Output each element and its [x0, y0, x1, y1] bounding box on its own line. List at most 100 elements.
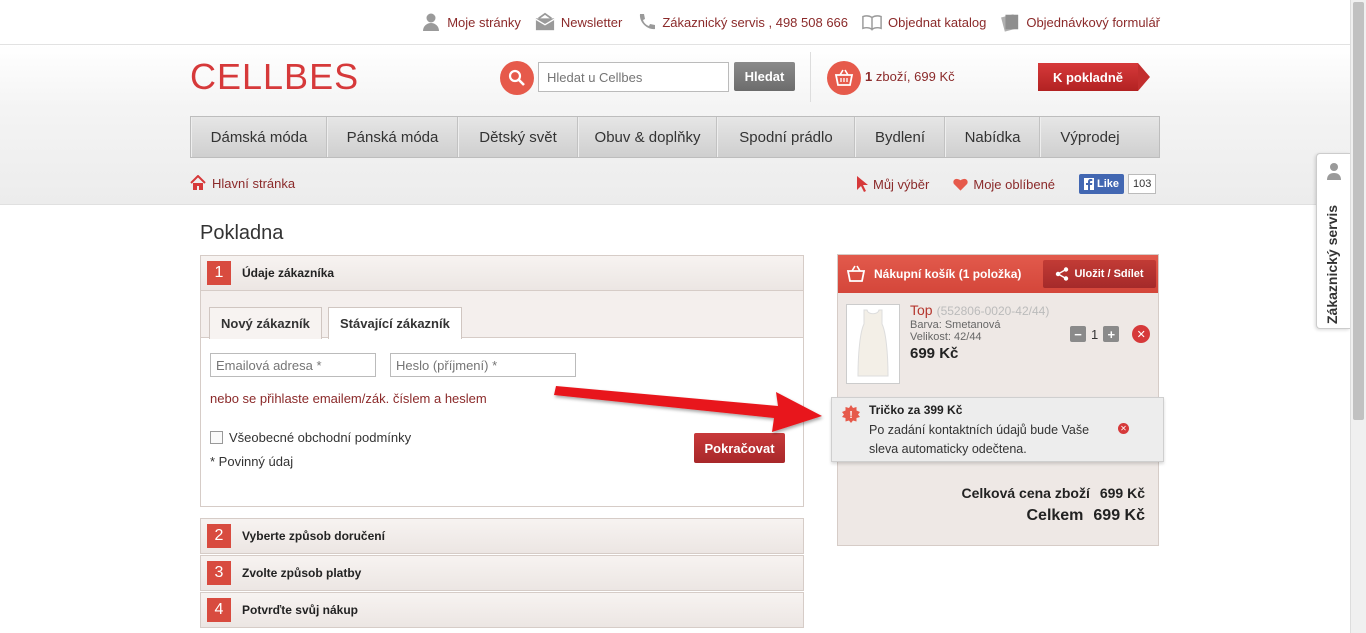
step-label: Údaje zákazníka [242, 266, 335, 280]
cursor-icon [857, 176, 868, 192]
facebook-icon [1084, 178, 1095, 190]
search-button[interactable]: Hledat [734, 62, 795, 91]
toplink-catalog[interactable]: Objednat katalog [862, 12, 986, 32]
product-name-row[interactable]: Top (552806-0020-42/44) [910, 302, 1049, 318]
email-field[interactable] [210, 353, 376, 377]
toplink-customer-service[interactable]: Zákaznický servis , 498 508 666 [636, 12, 848, 32]
step-3-header[interactable]: 3 Zvolte způsob platby [200, 555, 804, 591]
favorites-link[interactable]: Moje oblíbené [953, 177, 1055, 192]
terms-checkbox[interactable] [210, 431, 223, 444]
toplink-label: Objednávkový formulář [1026, 14, 1160, 30]
top-links: Moje stránky Newsletter Zákaznický servi… [421, 12, 1160, 32]
step-4-header[interactable]: 4 Potvrďte svůj nákup [200, 592, 804, 628]
share-icon [1056, 267, 1069, 281]
save-share-button[interactable]: Uložit / Sdílet [1043, 260, 1156, 288]
total-label: Celkem [1026, 507, 1084, 524]
promo-title: Tričko za 399 Kč [869, 403, 963, 417]
side-tab-label: Zákaznický servis [1324, 204, 1340, 324]
step-1-header[interactable]: 1 Údaje zákazníka [200, 255, 804, 291]
scrollbar-thumb[interactable] [1353, 2, 1364, 420]
annotation-arrow [554, 386, 822, 432]
top-utility-bar: Moje stránky Newsletter Zákaznický servi… [0, 0, 1350, 45]
increase-quantity-button[interactable]: + [1103, 326, 1120, 342]
promo-text: Po zadání kontaktních údajů bude Vaše sl… [869, 423, 1090, 456]
step-2-header[interactable]: 2 Vyberte způsob doručení [200, 518, 804, 554]
terms-label[interactable]: Všeobecné obchodní podmínky [229, 430, 411, 445]
product-name[interactable]: Top [910, 302, 933, 318]
my-choice-label: Můj výběr [873, 176, 930, 192]
step-number: 4 [207, 598, 231, 622]
terms-checkbox-row[interactable]: Všeobecné obchodní podmínky [210, 430, 411, 445]
toplink-label: Moje stránky [447, 14, 521, 30]
cart-summary-text: zboží, 699 Kč [875, 69, 955, 84]
nav-item[interactable]: Bydlení [855, 117, 945, 157]
favorites-label: Moje oblíbené [973, 176, 1056, 192]
product-price: 699 Kč [910, 345, 959, 362]
decrease-quantity-button[interactable]: − [1070, 326, 1086, 342]
total-row: Celkem 699 Kč [1026, 507, 1145, 525]
toplink-label: Objednat katalog [888, 14, 987, 30]
facebook-like[interactable]: Like 103 [1079, 174, 1157, 194]
step-number: 3 [207, 561, 231, 585]
cart-header: Nákupní košík (1 položka) Uložit / Sdíle… [838, 255, 1158, 293]
cellbes-logo[interactable]: CELLBES [190, 56, 359, 98]
nav-item[interactable]: Pánská móda [327, 117, 458, 157]
total-value: 699 Kč [1093, 507, 1145, 524]
cart-count: 1 [865, 69, 873, 84]
tab-existing-customer[interactable]: Stávající zákazník [328, 307, 462, 339]
toplink-label: Zákaznický servis , 498 508 666 [662, 14, 849, 30]
search-icon [500, 61, 534, 95]
search-input[interactable] [538, 62, 729, 92]
tab-new-customer[interactable]: Nový zákazník [209, 307, 322, 339]
product-image[interactable] [846, 304, 900, 384]
close-icon[interactable]: ✕ [1118, 423, 1129, 434]
nav-item[interactable]: Nabídka [945, 117, 1040, 157]
quantity-stepper: − 1 + ✕ [1070, 325, 1151, 343]
step-label: Zvolte způsob platby [242, 566, 362, 580]
user-icon [423, 13, 440, 31]
cart-title: Nákupní košík (1 položka) [874, 267, 1022, 281]
basket-icon [846, 265, 866, 282]
nav-item[interactable]: Dětský svět [458, 117, 578, 157]
subtotal-row: Celková cena zboží 699 Kč [961, 485, 1145, 501]
step-number: 1 [207, 261, 231, 285]
password-field[interactable] [390, 353, 576, 377]
fb-like-button[interactable]: Like [1079, 174, 1125, 194]
nav-item[interactable]: Dámská móda [191, 117, 327, 157]
svg-text:!: ! [849, 410, 852, 421]
fb-like-count: 103 [1128, 174, 1157, 194]
main-navigation: Dámská móda Pánská móda Dětský svět Obuv & … [190, 116, 1160, 158]
promo-notice: ! Tričko za 399 Kč Po zadání kontaktních… [831, 397, 1164, 462]
my-choice-link[interactable]: Můj výběr [856, 175, 929, 193]
step-label: Vyberte způsob doručení [242, 529, 385, 543]
home-icon [190, 175, 206, 190]
sublinks: Můj výběr Moje oblíbené Like 103 [856, 174, 1157, 194]
scrollbar[interactable] [1350, 0, 1366, 633]
product-size: Velikost: 42/44 [910, 331, 982, 343]
nav-item[interactable]: Spodní prádlo [717, 117, 855, 157]
step-label: Potvrďte svůj nákup [242, 603, 358, 617]
toplink-moje-stranky[interactable]: Moje stránky [421, 12, 521, 32]
basket-icon[interactable] [827, 61, 861, 95]
required-note: * Povinný údaj [210, 454, 294, 469]
product-color: Barva: Smetanová [910, 319, 1001, 331]
customer-tabs: Nový zákazník Stávající zákazník [201, 291, 803, 339]
checkout-button[interactable]: K pokladně [1038, 63, 1150, 91]
header-cart-summary[interactable]: 1 zboží, 699 Kč [865, 69, 955, 84]
step-number: 2 [207, 524, 231, 548]
book-icon [862, 15, 882, 31]
nav-item[interactable]: Obuv & doplňky [578, 117, 717, 157]
subtotal-label: Celková cena zboží [961, 485, 1090, 501]
envelope-icon [535, 12, 555, 31]
toplink-newsletter[interactable]: Newsletter [535, 12, 622, 32]
quantity-value: 1 [1091, 326, 1099, 342]
customer-service-side-tab[interactable]: Zákaznický servis [1316, 153, 1350, 329]
toplink-order-form[interactable]: Objednávkový formulář [1000, 12, 1160, 32]
nav-item[interactable]: Výprodej [1040, 117, 1139, 157]
toplink-label: Newsletter [560, 14, 623, 30]
phone-icon [640, 14, 656, 30]
login-link[interactable]: nebo se přihlaste emailem/zák. číslem a … [210, 391, 487, 406]
top-garment-icon [857, 309, 889, 377]
breadcrumb[interactable]: Hlavní stránka [190, 175, 295, 191]
remove-item-button[interactable]: ✕ [1132, 325, 1151, 343]
